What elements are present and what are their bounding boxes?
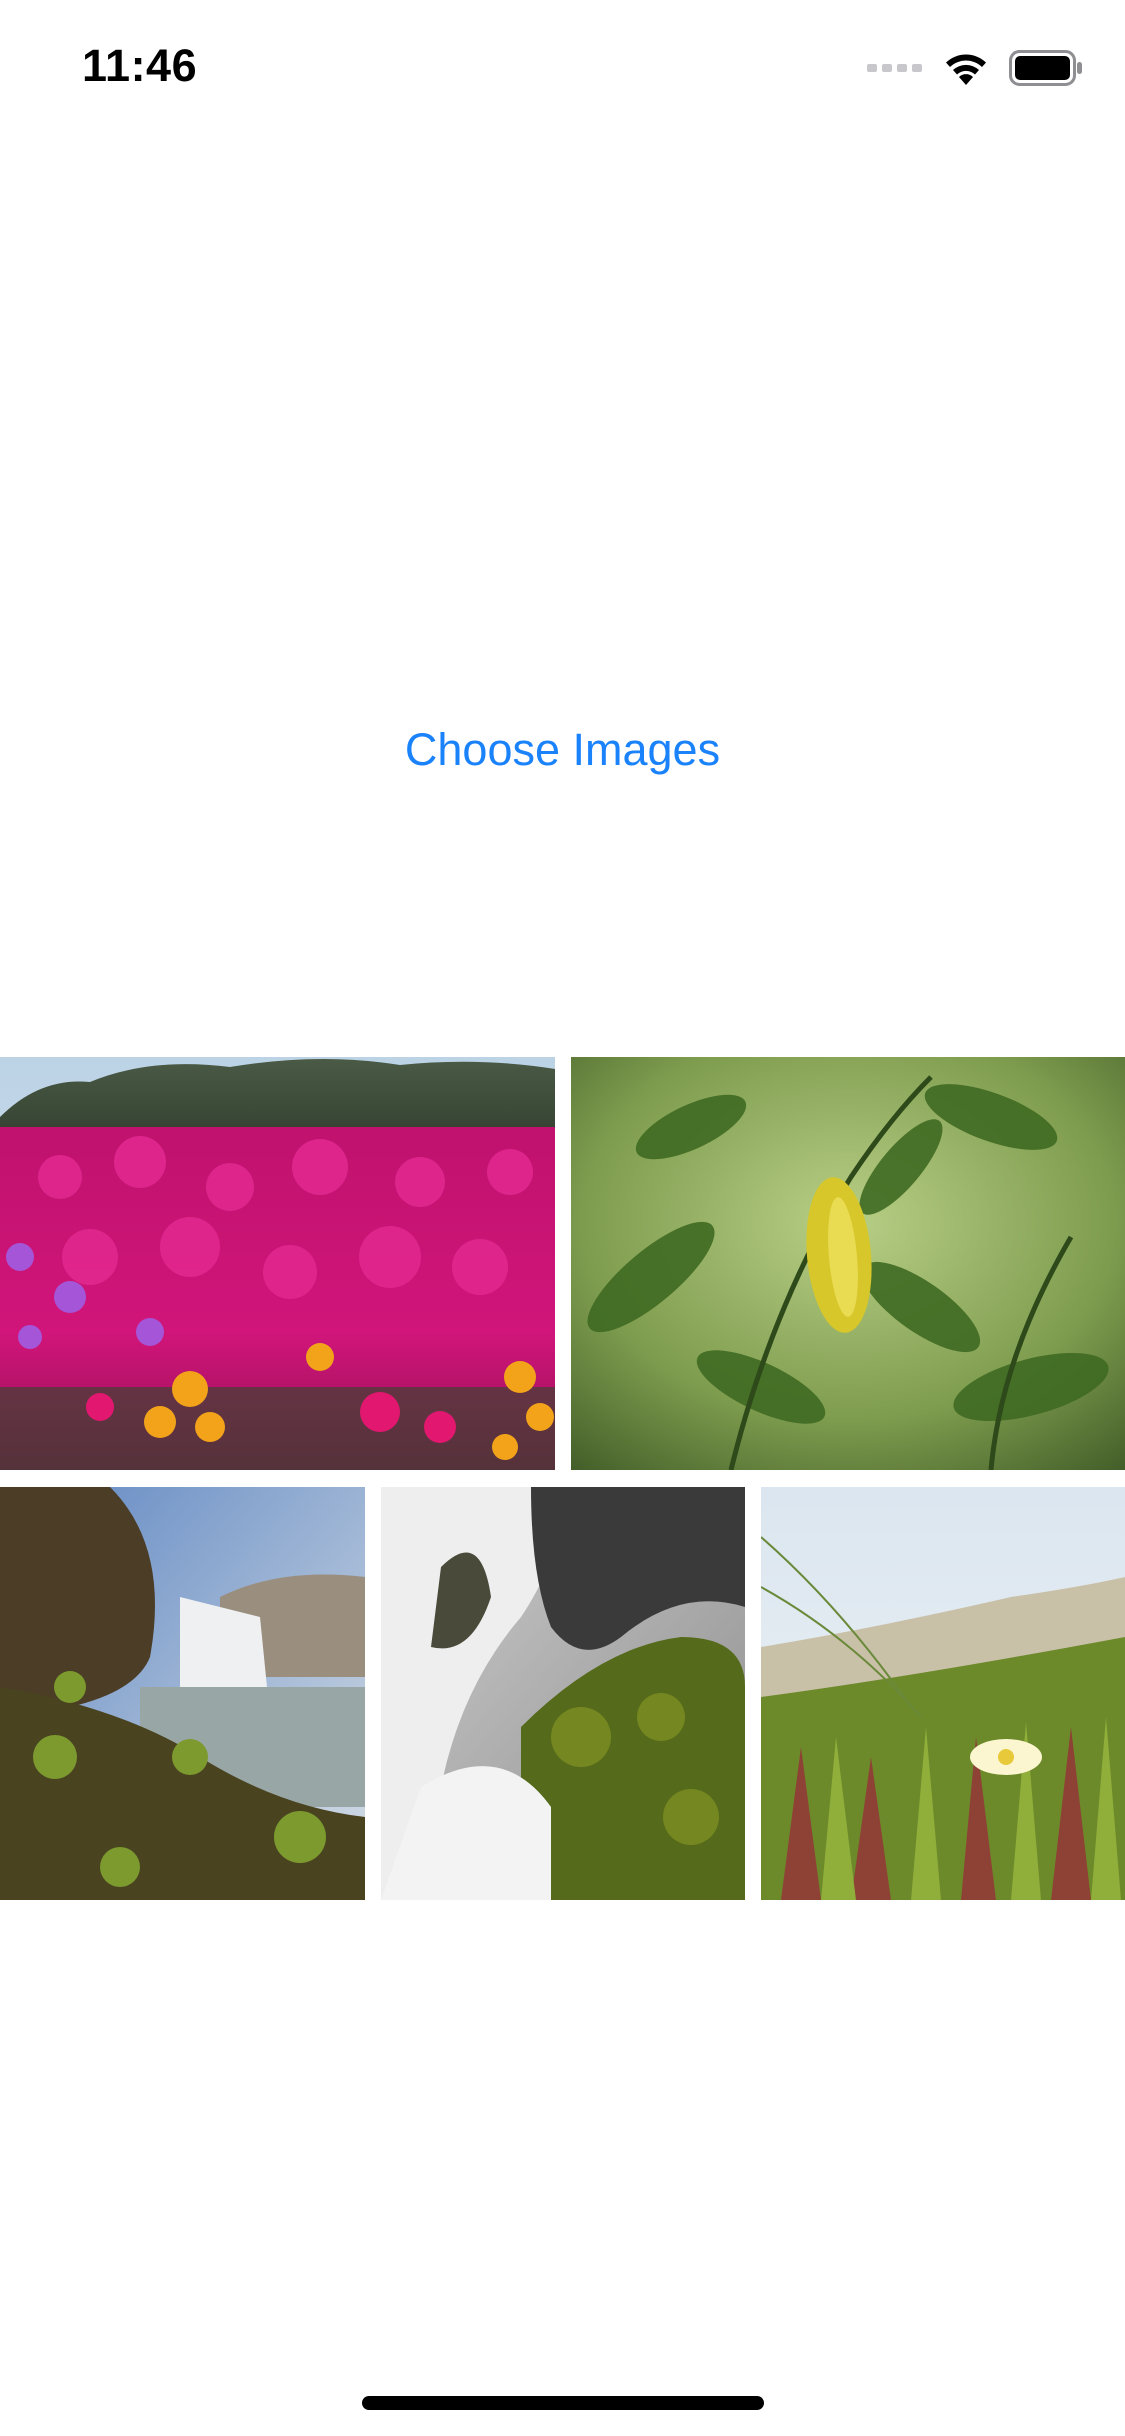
home-indicator[interactable]: [362, 2396, 764, 2410]
wifi-icon: [943, 51, 989, 90]
photo-ice-plant-flower[interactable]: [761, 1487, 1125, 1900]
photo-green-leaves[interactable]: [571, 1057, 1125, 1470]
signal-icon: [867, 61, 923, 79]
choose-images-button[interactable]: Choose Images: [0, 718, 1125, 782]
photo-waterfall-cliff[interactable]: [0, 1487, 365, 1900]
status-icons: [867, 48, 1083, 92]
status-time: 11:46: [82, 40, 198, 91]
status-bar: 11:46: [0, 0, 1125, 132]
photo-pink-flowers[interactable]: [0, 1057, 555, 1470]
battery-icon: [1009, 49, 1083, 91]
photo-waterfall-moss[interactable]: [381, 1487, 745, 1900]
